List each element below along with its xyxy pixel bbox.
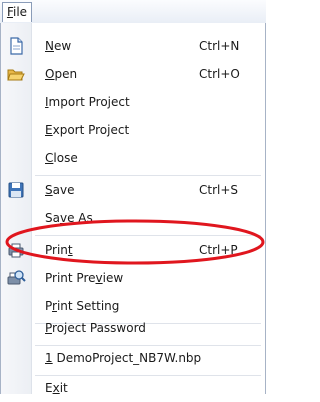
new-file-icon <box>10 37 23 55</box>
save-disk-icon <box>8 182 24 198</box>
menu-item-open[interactable]: Open Ctrl+O <box>1 60 265 88</box>
menu-item-save-as[interactable]: Save As <box>1 204 265 232</box>
menu-item-save-shortcut: Ctrl+S <box>199 183 239 197</box>
menu-item-export-project[interactable]: Export Project <box>1 116 265 144</box>
print-preview-icon <box>7 270 26 285</box>
menu-item-print[interactable]: Print Ctrl+P <box>1 236 265 264</box>
menu-item-save-label: Save <box>45 183 75 197</box>
menu-item-print-preview[interactable]: Print Preview <box>1 264 265 292</box>
menu-item-print-preview-label: Print Preview <box>45 271 124 285</box>
menu-item-new-label: New <box>45 39 72 53</box>
menu-item-open-label: Open <box>45 67 78 81</box>
file-menu-label: ile <box>12 5 28 19</box>
menu-item-open-shortcut: Ctrl+O <box>199 67 240 81</box>
menu-bar: File <box>0 0 266 24</box>
file-menu-button[interactable]: File <box>2 2 32 22</box>
menu-item-recent-file[interactable]: 1 DemoProject_NB7W.nbp <box>1 344 265 372</box>
file-dropdown-menu: New Ctrl+N Open Ctrl+O Import Project Ex… <box>0 23 266 395</box>
menu-item-print-shortcut: Ctrl+P <box>199 243 238 257</box>
menu-item-exit[interactable]: Exit <box>1 374 265 402</box>
printer-icon <box>8 243 24 258</box>
menu-item-new-shortcut: Ctrl+N <box>199 39 240 53</box>
menu-item-export-project-label: Export Project <box>45 123 130 137</box>
menu-item-close[interactable]: Close <box>1 144 265 172</box>
menu-item-print-label: Print <box>45 243 73 257</box>
menu-item-import-project[interactable]: Import Project <box>1 88 265 116</box>
menu-item-new[interactable]: New Ctrl+N <box>1 32 265 60</box>
menu-item-project-password[interactable]: Project Password <box>1 314 265 342</box>
menu-item-save-as-label: Save As <box>45 211 93 225</box>
menu-item-import-project-label: Import Project <box>45 95 130 109</box>
menu-item-exit-label: Exit <box>45 381 68 395</box>
open-folder-icon <box>7 69 25 81</box>
menu-item-close-label: Close <box>45 151 78 165</box>
menu-item-save[interactable]: Save Ctrl+S <box>1 176 265 204</box>
menu-item-project-password-label: Project Password <box>45 321 146 335</box>
menu-item-recent-file-label: 1 DemoProject_NB7W.nbp <box>45 351 202 365</box>
menu-item-print-setting-label: Print Setting <box>45 299 120 313</box>
